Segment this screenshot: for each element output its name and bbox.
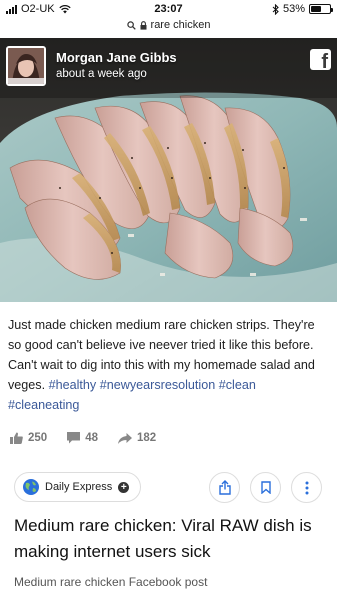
- comments-value: 48: [85, 432, 98, 444]
- search-icon: [126, 20, 136, 30]
- battery-percent: 53%: [282, 3, 305, 15]
- globe-icon: [23, 479, 39, 495]
- lock-icon: [140, 20, 147, 30]
- status-right: 53%: [272, 3, 333, 15]
- address-query: rare chicken: [150, 19, 211, 31]
- chicken-photo: [0, 38, 337, 302]
- shares-count[interactable]: 182: [117, 432, 157, 444]
- shares-value: 182: [136, 432, 157, 444]
- caption-hashtags[interactable]: #healthy #newyearsresolution #clean #cle…: [8, 378, 256, 412]
- bookmark-icon: [260, 481, 271, 494]
- like-icon: [10, 432, 23, 444]
- likes-value: 250: [28, 432, 48, 444]
- more-vertical-icon: [305, 481, 308, 494]
- share-icon: [218, 480, 231, 495]
- post-caption: Just made chicken medium rare chicken st…: [8, 315, 330, 415]
- facebook-logo-icon[interactable]: f: [310, 49, 331, 72]
- address-bar[interactable]: rare chicken: [0, 17, 337, 33]
- share-button[interactable]: [209, 472, 240, 503]
- battery-level: [311, 6, 321, 12]
- comment-icon: [67, 432, 81, 444]
- post-timestamp[interactable]: about a week ago: [56, 68, 147, 80]
- follow-plus-icon[interactable]: +: [118, 481, 130, 493]
- source-chip[interactable]: Daily Express +: [14, 472, 142, 502]
- status-bar: O2-UK 23:07 53%: [0, 0, 337, 18]
- reaction-bar: 250 48 182: [10, 432, 156, 444]
- more-options-button[interactable]: [291, 472, 322, 503]
- bookmark-button[interactable]: [250, 472, 281, 503]
- bluetooth-icon: [272, 3, 279, 15]
- battery-icon: [309, 4, 333, 14]
- post-image[interactable]: Morgan Jane Gibbs about a week ago f: [0, 38, 337, 302]
- source-name: Daily Express: [45, 481, 113, 493]
- share-arrow-icon: [117, 432, 132, 444]
- article-headline[interactable]: Medium rare chicken: Viral RAW dish is m…: [14, 513, 324, 565]
- comments-count[interactable]: 48: [67, 432, 98, 444]
- likes-count[interactable]: 250: [10, 432, 47, 444]
- avatar-photo: [8, 48, 44, 84]
- author-avatar[interactable]: [6, 46, 46, 86]
- article-subtitle: Medium rare chicken Facebook post: [14, 575, 208, 589]
- author-name[interactable]: Morgan Jane Gibbs: [56, 50, 177, 65]
